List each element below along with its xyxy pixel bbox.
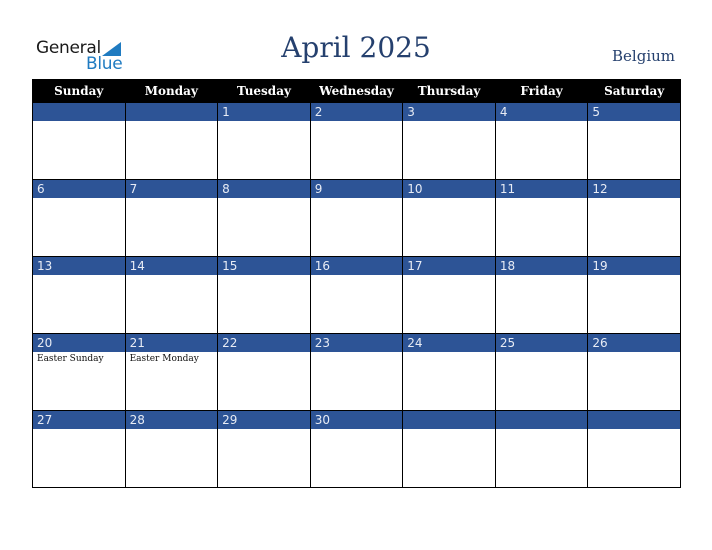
day-cell[interactable]: 6 <box>32 179 126 257</box>
day-number: 16 <box>310 257 403 275</box>
weekday-header: Saturday <box>587 79 681 103</box>
day-number: 12 <box>588 180 680 198</box>
day-number: 8 <box>218 180 310 198</box>
week-row: 20 Easter Sunday 21 Easter Monday 22 23 24 25 26 <box>32 333 681 411</box>
day-number: 3 <box>403 103 495 121</box>
day-number <box>125 103 218 121</box>
day-cell[interactable]: 11 <box>494 179 589 257</box>
weekday-header: Monday <box>124 79 219 103</box>
day-cell[interactable]: 30 <box>309 410 404 488</box>
day-number: 27 <box>33 411 125 429</box>
day-number: 19 <box>588 257 680 275</box>
day-cell[interactable]: 4 <box>494 102 589 180</box>
week-row: 27 28 29 30 <box>32 410 681 488</box>
weekday-header-row: Sunday Monday Tuesday Wednesday Thursday… <box>32 79 681 103</box>
weekday-header: Tuesday <box>217 79 311 103</box>
day-number: 28 <box>125 411 218 429</box>
day-number: 23 <box>310 334 403 352</box>
day-cell[interactable]: 16 <box>309 256 404 334</box>
day-cell[interactable] <box>587 410 681 488</box>
day-cell[interactable]: 18 <box>494 256 589 334</box>
day-cell[interactable]: 14 <box>124 256 219 334</box>
day-cell[interactable]: 2 <box>309 102 404 180</box>
week-row: 13 14 15 16 17 18 19 <box>32 256 681 334</box>
week-row: 12345 <box>32 102 681 180</box>
day-number: 13 <box>33 257 125 275</box>
day-number: 26 <box>588 334 680 352</box>
day-cell[interactable]: 23 <box>309 333 404 411</box>
day-cell[interactable]: 12 <box>587 179 681 257</box>
day-cell[interactable] <box>124 102 219 180</box>
calendar-grid: Sunday Monday Tuesday Wednesday Thursday… <box>32 79 681 488</box>
weekday-header: Wednesday <box>309 79 404 103</box>
weekday-header: Friday <box>494 79 589 103</box>
day-cell[interactable]: 28 <box>124 410 219 488</box>
holiday-label: Easter Monday <box>129 354 199 364</box>
day-number: 22 <box>218 334 310 352</box>
day-number <box>588 411 680 429</box>
day-number: 2 <box>310 103 403 121</box>
day-number: 11 <box>495 180 588 198</box>
day-cell[interactable]: 3 <box>402 102 496 180</box>
day-cell[interactable]: 10 <box>402 179 496 257</box>
day-number <box>403 411 495 429</box>
day-cell[interactable]: 27 <box>32 410 126 488</box>
day-cell[interactable]: 13 <box>32 256 126 334</box>
day-number: 20 <box>33 334 125 352</box>
day-cell[interactable] <box>402 410 496 488</box>
day-number: 25 <box>495 334 588 352</box>
calendar-title: April 2025 <box>281 31 431 64</box>
day-number: 9 <box>310 180 403 198</box>
holiday-label: Easter Sunday <box>37 354 104 364</box>
day-number: 1 <box>218 103 310 121</box>
day-number <box>33 103 125 121</box>
day-cell[interactable]: 20 Easter Sunday <box>32 333 126 411</box>
day-cell[interactable]: 1 <box>217 102 311 180</box>
day-cell[interactable]: 22 <box>217 333 311 411</box>
day-cell[interactable]: 25 <box>494 333 589 411</box>
day-number: 21 <box>125 334 218 352</box>
day-number: 24 <box>403 334 495 352</box>
day-cell[interactable]: 24 <box>402 333 496 411</box>
day-number: 7 <box>125 180 218 198</box>
day-number: 15 <box>218 257 310 275</box>
day-cell[interactable]: 26 <box>587 333 681 411</box>
weekday-header: Thursday <box>402 79 496 103</box>
weekday-header: Sunday <box>32 79 126 103</box>
day-cell[interactable]: 8 <box>217 179 311 257</box>
day-cell[interactable]: 15 <box>217 256 311 334</box>
day-number: 10 <box>403 180 495 198</box>
week-row: 6 7 8 9 10 11 12 <box>32 179 681 257</box>
country-label: Belgium <box>612 47 675 65</box>
day-cell[interactable] <box>494 410 589 488</box>
day-number: 30 <box>310 411 403 429</box>
day-number: 29 <box>218 411 310 429</box>
day-number: 14 <box>125 257 218 275</box>
day-number: 6 <box>33 180 125 198</box>
day-cell[interactable]: 21 Easter Monday <box>124 333 219 411</box>
day-cell[interactable]: 19 <box>587 256 681 334</box>
day-number: 4 <box>495 103 588 121</box>
day-number: 17 <box>403 257 495 275</box>
day-cell[interactable]: 17 <box>402 256 496 334</box>
day-number: 18 <box>495 257 588 275</box>
day-cell[interactable]: 7 <box>124 179 219 257</box>
day-cell[interactable]: 29 <box>217 410 311 488</box>
day-cell[interactable] <box>32 102 126 180</box>
day-number <box>495 411 588 429</box>
day-cell[interactable]: 9 <box>309 179 404 257</box>
day-cell[interactable]: 5 <box>587 102 681 180</box>
day-number: 5 <box>588 103 680 121</box>
